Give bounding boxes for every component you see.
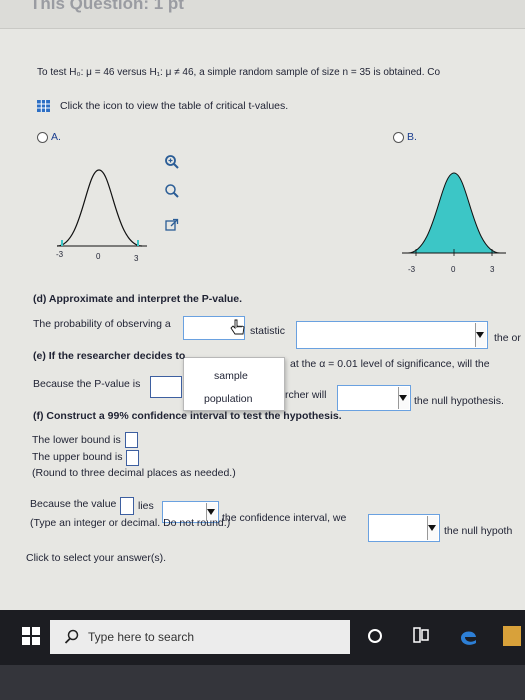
part-f-heading: (f) Construct a 99% confidence interval … bbox=[33, 410, 342, 422]
part-d-sentence: The probability of observing a bbox=[33, 318, 171, 330]
lies-text: lies bbox=[138, 500, 154, 512]
part-e-researcher: rcher will bbox=[285, 389, 327, 401]
cortana-icon[interactable] bbox=[367, 628, 383, 649]
option-a-radio[interactable] bbox=[37, 132, 48, 143]
graph-b-tick-2: 0 bbox=[451, 265, 456, 274]
dropdown-arrow-box[interactable] bbox=[427, 516, 438, 540]
select-answer-text: Click to select your answer(s). bbox=[26, 552, 167, 564]
chevron-down-icon bbox=[399, 395, 407, 401]
null-hyp2-text: the null hypoth bbox=[444, 525, 513, 537]
windows-start-icon[interactable] bbox=[22, 627, 40, 650]
edge-icon[interactable] bbox=[458, 626, 478, 651]
table-icon[interactable] bbox=[37, 99, 50, 112]
statistic-label: statistic bbox=[250, 325, 286, 337]
part-e-heading: (e) If the researcher decides to bbox=[33, 350, 186, 362]
taskbar-search[interactable]: Type here to search bbox=[50, 620, 350, 654]
graph-a bbox=[56, 169, 147, 247]
menu-option-population[interactable]: population bbox=[204, 393, 252, 405]
upper-bound-label: The upper bound is bbox=[32, 451, 123, 463]
zoom-in-icon[interactable] bbox=[164, 154, 180, 175]
dropdown-arrow-box[interactable] bbox=[398, 387, 409, 409]
graph-a-tick-2: 0 bbox=[96, 252, 101, 261]
ci-decision-dropdown[interactable] bbox=[368, 514, 440, 542]
question-intro: To test H₀: μ = 46 versus H₁: μ ≠ 46, a … bbox=[37, 67, 441, 78]
pvalue-compare-dropdown[interactable] bbox=[150, 376, 182, 398]
search-icon bbox=[64, 629, 79, 644]
chevron-down-icon bbox=[476, 332, 484, 338]
graph-a-tick-1: -3 bbox=[56, 250, 64, 259]
part-d-trailing: the or bbox=[494, 332, 521, 344]
question-page: This Question: 1 pt To test H₀: μ = 46 v… bbox=[0, 0, 525, 610]
part-d-heading: (d) Approximate and interpret the P-valu… bbox=[33, 293, 243, 305]
statistic-type-menu: sample population bbox=[183, 357, 285, 411]
researcher-decision-dropdown[interactable] bbox=[337, 385, 411, 411]
graph-a-tick-3: 3 bbox=[134, 254, 139, 263]
option-b-radio[interactable] bbox=[393, 132, 404, 143]
value-input[interactable] bbox=[120, 497, 134, 515]
menu-option-sample[interactable]: sample bbox=[214, 370, 248, 382]
graph-b bbox=[402, 172, 506, 256]
zoom-out-icon[interactable] bbox=[164, 183, 180, 204]
task-view-icon[interactable] bbox=[412, 627, 430, 648]
lower-bound-label: The lower bound is bbox=[32, 434, 121, 446]
option-b-label: B. bbox=[407, 131, 417, 143]
chevron-down-icon bbox=[207, 509, 215, 515]
option-a-label: A. bbox=[51, 131, 61, 143]
graph-b-tick-1: -3 bbox=[408, 265, 416, 274]
table-link[interactable]: Click the icon to view the table of crit… bbox=[60, 100, 288, 112]
header-bar: This Question: 1 pt bbox=[0, 0, 525, 29]
because-value-text: Because the value bbox=[30, 498, 117, 510]
graph-b-tick-3: 3 bbox=[490, 265, 495, 274]
hand-cursor-icon bbox=[230, 319, 245, 335]
statistic-value-dropdown[interactable] bbox=[296, 321, 488, 349]
upper-bound-input[interactable] bbox=[126, 450, 139, 466]
lower-bound-input[interactable] bbox=[125, 432, 138, 448]
chevron-down-icon bbox=[428, 525, 436, 531]
page-title: This Question: 1 pt bbox=[30, 0, 184, 13]
type-note: (Type an integer or decimal. Do not roun… bbox=[30, 517, 231, 529]
part-e-level: at the α = 0.01 level of significance, w… bbox=[290, 358, 490, 370]
popout-icon[interactable] bbox=[165, 218, 179, 237]
ci-text: the confidence interval, we bbox=[222, 512, 347, 524]
taskbar: Type here to search bbox=[0, 610, 525, 665]
file-explorer-icon[interactable] bbox=[503, 626, 521, 646]
part-e-null: the null hypothesis. bbox=[414, 395, 504, 407]
round-note: (Round to three decimal places as needed… bbox=[32, 467, 236, 479]
part-e-because: Because the P-value is bbox=[33, 378, 141, 390]
search-placeholder: Type here to search bbox=[88, 630, 195, 644]
monitor-bezel bbox=[0, 665, 525, 700]
dropdown-arrow-box[interactable] bbox=[475, 323, 486, 347]
